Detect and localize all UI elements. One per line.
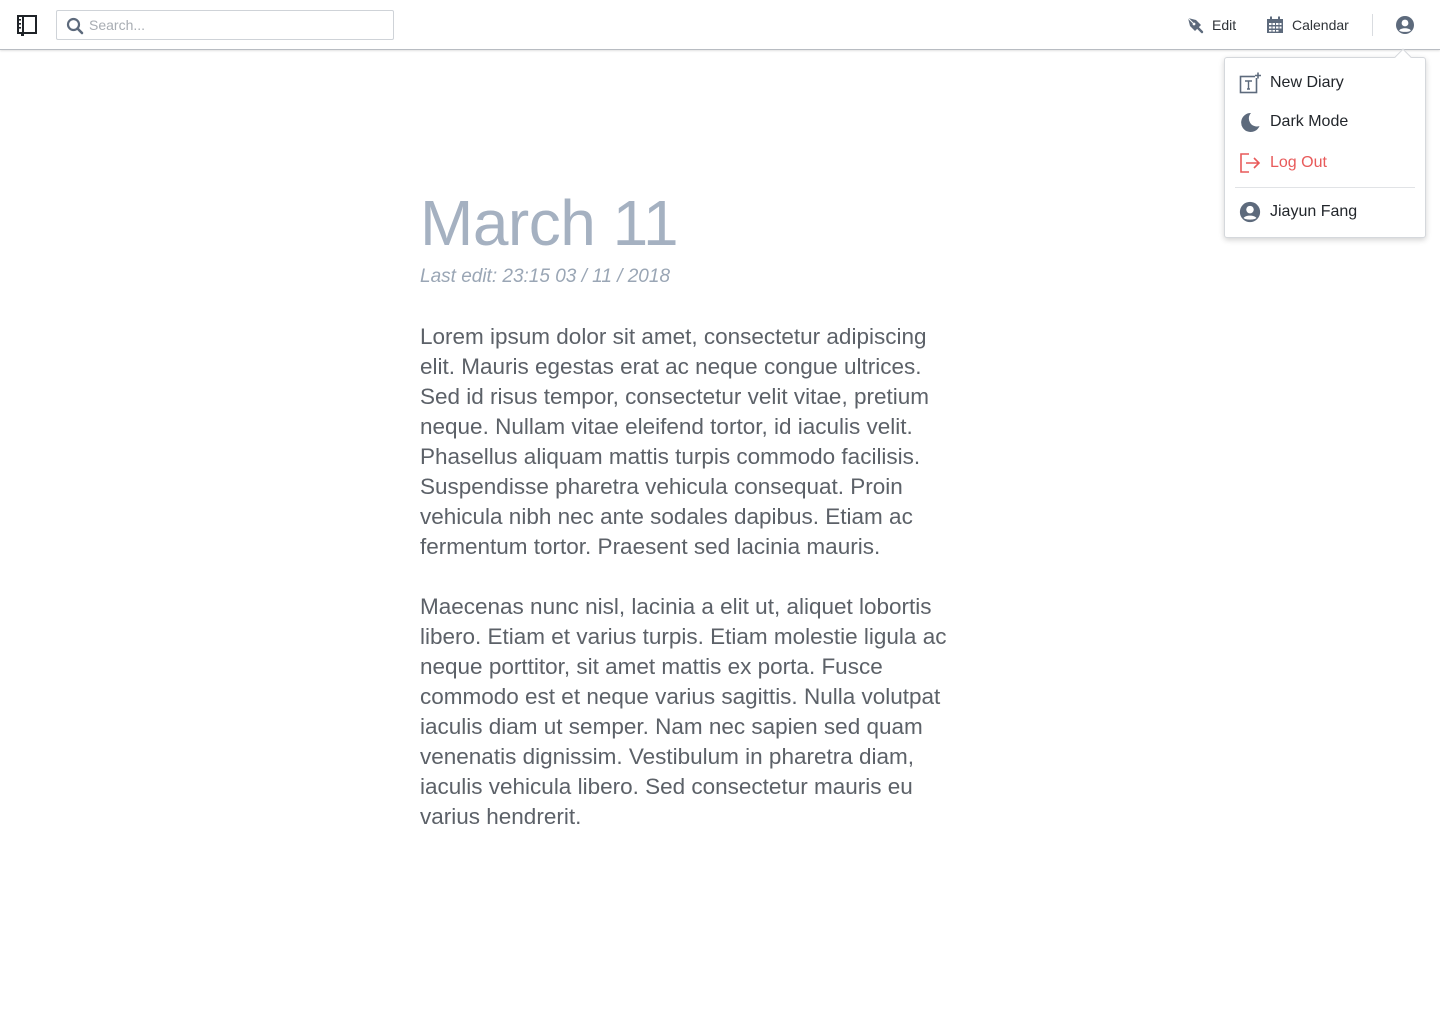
nav-divider <box>1372 14 1373 36</box>
search-box <box>56 10 394 40</box>
entry-paragraph: Maecenas nunc nisl, lacinia a elit ut, a… <box>420 594 947 829</box>
dark-mode-menu-item[interactable]: Dark Mode <box>1225 104 1425 140</box>
search-icon <box>66 17 84 35</box>
new-diary-menu-item[interactable]: New Diary <box>1225 65 1425 101</box>
calendar-icon <box>1267 16 1283 33</box>
user-circle-icon <box>1239 201 1261 223</box>
entry-title: March 11 <box>420 187 679 259</box>
notebook-icon[interactable] <box>16 14 38 36</box>
calendar-button[interactable]: Calendar <box>1266 14 1349 36</box>
user-circle-icon[interactable] <box>1395 15 1415 35</box>
sign-out-icon <box>1240 153 1261 173</box>
new-diary-label: New Diary <box>1270 74 1344 91</box>
edit-label: Edit <box>1212 17 1237 33</box>
top-bar: Edit Calendar <box>0 0 1440 50</box>
pen-nib-icon <box>1187 17 1204 34</box>
calendar-label: Calendar <box>1292 17 1349 33</box>
entry-paragraph: Lorem ipsum dolor sit amet, consectetur … <box>420 324 929 559</box>
search-input[interactable] <box>89 11 389 39</box>
log-out-menu-item[interactable]: Log Out <box>1225 145 1425 181</box>
moon-icon <box>1241 112 1260 132</box>
diary-entry: March 11 Last edit: 23:15 03 / 11 / 2018… <box>420 186 980 832</box>
user-menu: New Diary Dark Mode Log Out Jiayun Fang <box>1224 57 1426 238</box>
log-out-label: Log Out <box>1270 154 1327 171</box>
menu-divider <box>1235 187 1415 188</box>
last-edit-timestamp: Last edit: 23:15 03 / 11 / 2018 <box>420 266 671 287</box>
dark-mode-label: Dark Mode <box>1270 113 1349 130</box>
user-name-label: Jiayun Fang <box>1270 203 1358 220</box>
new-document-icon <box>1239 72 1261 94</box>
user-profile-menu-item[interactable]: Jiayun Fang <box>1225 194 1425 230</box>
edit-button[interactable]: Edit <box>1186 14 1236 36</box>
